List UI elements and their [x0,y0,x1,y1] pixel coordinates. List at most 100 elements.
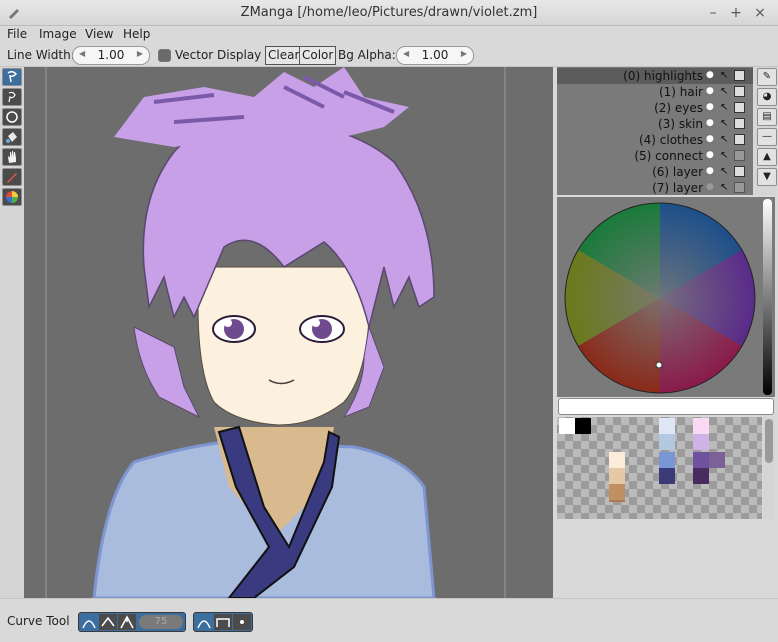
layer-row[interactable]: (1) hair ● ↖ [557,84,753,100]
cursor-icon[interactable]: ↖ [720,166,731,177]
tool-strip [0,67,24,598]
cursor-icon[interactable]: ↖ [720,70,731,81]
app-window: ZManga [/home/leo/Pictures/drawn/violet.… [0,0,778,642]
drawing-canvas[interactable] [24,67,553,598]
lasso-outline-tool[interactable] [2,88,22,106]
close-button[interactable]: × [751,4,769,22]
arch-icon [197,620,211,629]
layer-label: (4) clothes [638,133,703,147]
curve-value-spinner[interactable]: 75 [139,615,183,629]
layer-row[interactable]: (6) layer ● ↖ [557,164,753,180]
layer-label: (6) layer [652,165,703,179]
fill-tool[interactable] [2,128,22,146]
move-up-button[interactable]: ▲ [757,148,777,166]
swatch[interactable] [609,452,625,468]
brush-button[interactable]: ✎ [757,68,777,86]
menu-help[interactable]: Help [123,27,150,41]
lasso-icon [7,70,18,83]
box-shape-button[interactable] [214,614,232,630]
cursor-icon[interactable]: ↖ [720,118,731,129]
angle-curve-button[interactable] [99,614,117,630]
layer-row[interactable]: (2) eyes ● ↖ [557,100,753,116]
color-value-field[interactable] [558,398,774,415]
pen-tool[interactable] [2,168,22,186]
dot-shape-button[interactable] [233,614,251,630]
clear-button[interactable]: Clear [265,46,303,65]
lock-icon[interactable] [734,118,745,129]
swatch[interactable] [693,452,709,468]
menu-file[interactable]: File [7,27,27,41]
color-wheel[interactable] [557,197,775,397]
move-down-button[interactable]: ▼ [757,168,777,186]
options-toolbar: Line Width: ◀ 1.00 ▶ Vector Display Clea… [0,45,778,67]
layer-buttons: ✎ ◕ ▤ — ▲ ▼ [755,67,777,195]
menu-view[interactable]: View [85,27,113,41]
lasso-tool[interactable] [2,68,22,86]
curve-value: 75 [154,616,168,627]
swatch[interactable] [609,484,625,500]
maximize-button[interactable]: + [727,4,745,22]
lock-icon[interactable] [734,70,745,81]
swatch[interactable] [693,418,709,434]
lock-icon[interactable] [734,182,745,193]
cursor-icon[interactable]: ↖ [720,182,731,193]
menu-image[interactable]: Image [39,27,77,41]
round-shape-button[interactable] [195,614,213,630]
swatch[interactable] [659,452,675,468]
lock-icon[interactable] [734,150,745,161]
hand-tool[interactable] [2,148,22,166]
swatch-scrollbar[interactable] [763,417,775,519]
eye-icon[interactable]: ● [706,166,717,177]
lock-icon[interactable] [734,86,745,97]
swatch[interactable] [609,500,625,502]
swatch[interactable] [693,434,709,450]
eye-icon[interactable]: ● [706,150,717,161]
color-button[interactable]: Color [299,46,337,65]
eye-icon[interactable]: ● [706,86,717,97]
layer-row[interactable]: (3) skin ● ↖ [557,116,753,132]
swatch[interactable] [659,434,675,450]
title-bar[interactable]: ZManga [/home/leo/Pictures/drawn/violet.… [0,0,778,26]
line-width-spinner[interactable]: ◀ 1.00 ▶ [72,46,150,65]
swatch[interactable] [559,418,575,434]
eye-icon[interactable]: ● [706,118,717,129]
swatch[interactable] [693,468,709,484]
layer-row[interactable]: (5) connect ● ↖ [557,148,753,164]
lock-icon[interactable] [734,102,745,113]
increment-icon[interactable]: ▶ [137,49,143,58]
layer-row[interactable]: (4) clothes ● ↖ [557,132,753,148]
remove-layer-button[interactable]: — [757,128,777,146]
color-picker-tool[interactable] [2,188,22,206]
color-wheel-icon: ◕ [762,91,772,102]
vector-display-checkbox[interactable] [158,49,171,62]
empty-panel [557,520,778,598]
lock-icon[interactable] [734,134,745,145]
layer-label: (5) connect [634,149,703,163]
eye-icon[interactable]: ● [706,182,717,193]
bg-alpha-spinner[interactable]: ◀ 1.00 ▶ [396,46,474,65]
swatch[interactable] [659,418,675,434]
increment-icon[interactable]: ▶ [461,49,467,58]
cursor-icon[interactable]: ↖ [720,134,731,145]
cursor-icon[interactable]: ↖ [720,86,731,97]
swatch[interactable] [659,468,675,484]
swatch[interactable] [575,418,591,434]
eye-icon[interactable]: ● [706,134,717,145]
line-width-label: Line Width: [7,48,75,62]
lock-icon[interactable] [734,166,745,177]
circle-tool[interactable] [2,108,22,126]
smooth-curve-button[interactable] [80,614,98,630]
eye-icon[interactable]: ● [706,70,717,81]
sharp-curve-button[interactable] [118,614,136,630]
cursor-icon[interactable]: ↖ [720,102,731,113]
swatch[interactable] [609,468,625,484]
swatch[interactable] [709,452,725,468]
layer-row[interactable]: (7) layer ● ↖ [557,180,753,196]
scrollbar-thumb[interactable] [765,419,773,463]
layer-row[interactable]: (0) highlights ● ↖ [557,68,753,84]
image-layer-button[interactable]: ▤ [757,108,777,126]
minimize-button[interactable]: – [704,4,722,22]
color-layer-button[interactable]: ◕ [757,88,777,106]
eye-icon[interactable]: ● [706,102,717,113]
cursor-icon[interactable]: ↖ [720,150,731,161]
